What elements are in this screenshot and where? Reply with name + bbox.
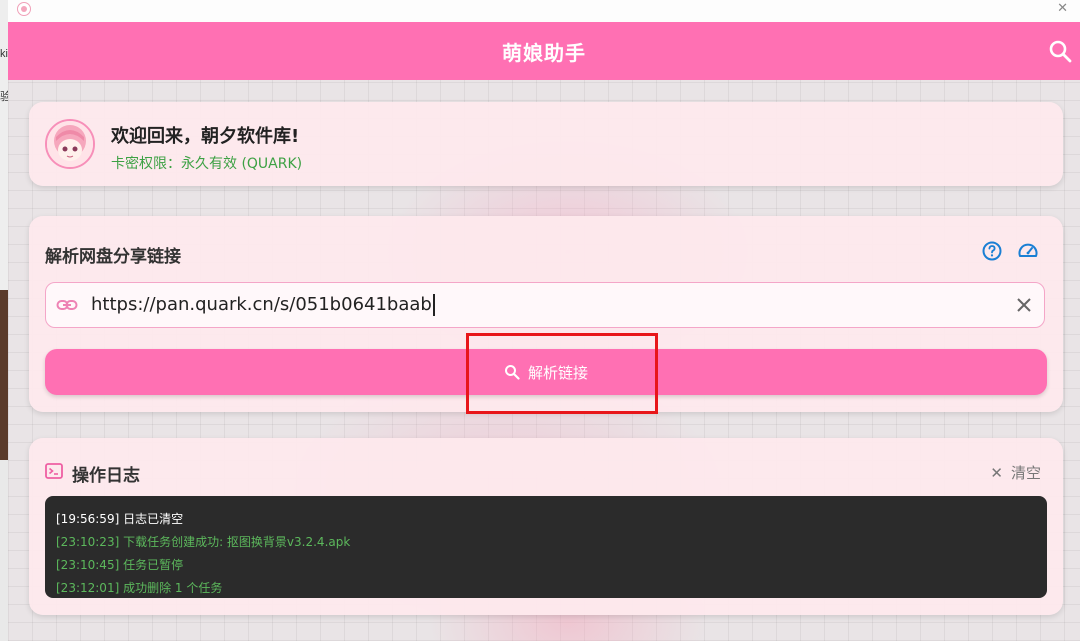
close-icon: ✕: [990, 464, 1003, 482]
search-icon[interactable]: [1048, 39, 1072, 63]
terminal-icon: [45, 463, 63, 479]
app-window: 萌娘助手 欢迎回来，朝夕软件库! 卡密权限：永久有效 (QUARK) 解析网盘分…: [8, 22, 1080, 641]
help-circle-icon[interactable]: [981, 240, 1003, 262]
parse-link-button-label: 解析链接: [527, 364, 588, 382]
search-icon: [504, 365, 520, 380]
app-title: 萌娘助手: [502, 41, 586, 65]
user-card: 欢迎回来，朝夕软件库! 卡密权限：永久有效 (QUARK): [29, 102, 1063, 186]
parse-title: 解析网盘分享链接: [45, 247, 181, 267]
app-logo-icon: [17, 2, 31, 16]
parse-link-button[interactable]: 解析链接: [45, 349, 1047, 395]
log-line: [23:10:23] 下载任务创建成功: 抠图换背景v3.2.4.apk: [56, 535, 351, 549]
background-window-text: ki: [0, 48, 8, 60]
background-window-text: 验: [0, 91, 8, 103]
parse-link-button-content: 解析链接: [45, 362, 1047, 383]
close-icon[interactable]: [1014, 295, 1034, 315]
log-line: [19:56:59] 日志已清空: [56, 512, 184, 526]
permission-text: 卡密权限：永久有效 (QUARK): [111, 156, 303, 172]
window-close-icon[interactable]: ✕: [1057, 1, 1068, 16]
speedometer-icon[interactable]: [1017, 240, 1039, 262]
log-card: 操作日志 ✕ 清空 [19:56:59] 日志已清空 [23:10:23] 下载任…: [29, 438, 1063, 615]
log-title: 操作日志: [72, 466, 140, 486]
log-line: [23:10:45] 任务已暂停: [56, 558, 184, 572]
link-icon: [56, 300, 78, 310]
background-window-edge: ki 验: [0, 0, 8, 641]
log-line: [23:12:01] 成功删除 1 个任务: [56, 581, 223, 595]
clear-log-label: 清空: [1010, 464, 1041, 482]
url-input-value[interactable]: https://pan.quark.cn/s/051b0641baab: [91, 294, 435, 316]
avatar: [45, 119, 95, 169]
clear-log-button[interactable]: ✕ 清空: [990, 462, 1041, 483]
avatar-image: [47, 121, 93, 167]
url-input[interactable]: https://pan.quark.cn/s/051b0641baab: [45, 282, 1045, 328]
welcome-text: 欢迎回来，朝夕软件库!: [111, 126, 300, 147]
parse-card: 解析网盘分享链接 https://pan.quark.cn/s/051b0641…: [29, 216, 1063, 412]
log-console[interactable]: [19:56:59] 日志已清空 [23:10:23] 下载任务创建成功: 抠图…: [45, 496, 1047, 598]
app-bar: 萌娘助手: [8, 22, 1080, 80]
window-titlebar: ✕: [8, 0, 1080, 22]
